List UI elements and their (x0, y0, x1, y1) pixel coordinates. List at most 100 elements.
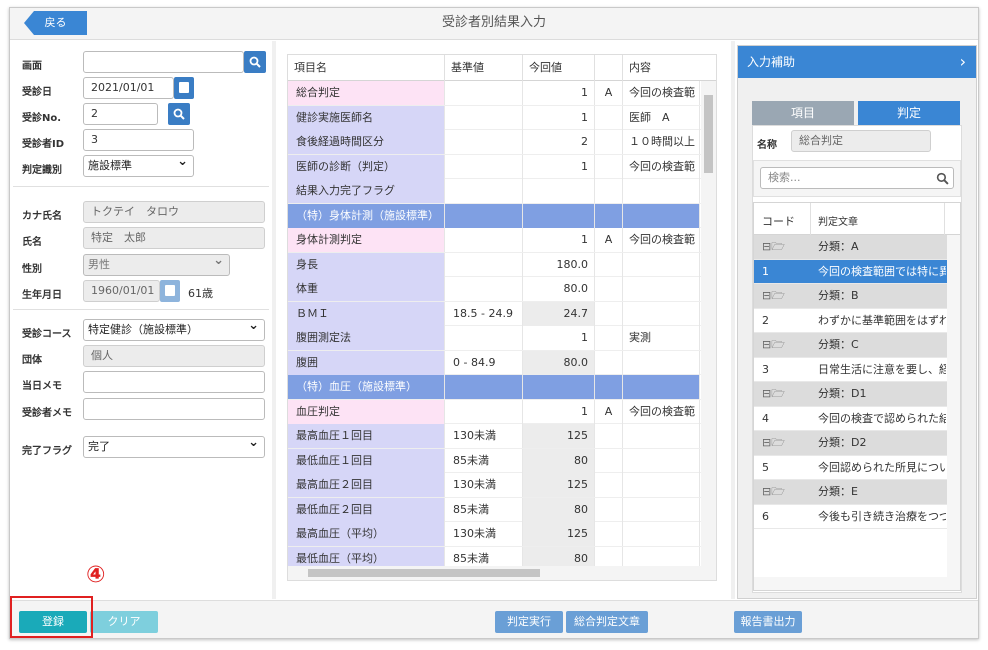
table-cell (595, 473, 623, 497)
assist-header[interactable]: 入力補助 › (738, 46, 976, 78)
list-item[interactable]: 6 今後も引き続き治療をつづ (754, 505, 949, 529)
list-vertical-scrollbar[interactable] (947, 235, 960, 578)
list-item[interactable]: 5 今回認められた所見につい (754, 456, 949, 480)
table-cell: 今回の検査範 (623, 399, 700, 424)
annotation-box (10, 596, 93, 638)
table-cell: （特）血圧（施設標準） (288, 375, 445, 399)
clear-button[interactable]: クリア (90, 611, 158, 633)
scroll-thumb[interactable] (704, 95, 713, 173)
exam-no-search-button[interactable] (168, 103, 190, 125)
run-judgement-button[interactable]: 判定実行 (495, 611, 563, 633)
table-cell: 最高血圧２回目 (288, 473, 445, 497)
table-row[interactable]: 最高血圧２回目 130未満 125 (288, 473, 703, 498)
grid-horizontal-scrollbar[interactable] (288, 566, 716, 580)
table-row[interactable]: 最高血圧１回目 130未満 125 (288, 424, 703, 449)
table-cell (445, 228, 523, 252)
table-cell: A (595, 81, 623, 105)
list-item[interactable]: ⊟🗁 分類：D2 (754, 431, 949, 456)
col-current[interactable]: 今回値 (523, 55, 595, 81)
table-row[interactable]: 体重 80.0 (288, 277, 703, 302)
table-cell (445, 203, 523, 228)
exam-no-input[interactable]: 2 (83, 103, 158, 125)
table-row[interactable]: 結果入力完了フラグ (288, 179, 703, 204)
list-horizontal-scrollbar[interactable] (754, 577, 960, 590)
list-item[interactable]: 4 今回の検査で認められた結 (754, 407, 949, 431)
list-item[interactable]: ⊟🗁 分類：B (754, 284, 949, 309)
table-cell (595, 350, 623, 375)
scroll-thumb[interactable] (308, 569, 540, 577)
table-row[interactable]: 最低血圧１回目 85未満 80 (288, 448, 703, 473)
folder-icon: ⊟🗁 (762, 338, 785, 351)
table-row[interactable]: 医師の診断（判定） 1 今回の検査範 (288, 154, 703, 179)
table-row[interactable]: 身長 180.0 (288, 252, 703, 277)
list-item[interactable]: ⊟🗁 分類：A (754, 235, 949, 260)
grid-vertical-scrollbar[interactable] (701, 81, 716, 567)
exam-date-input[interactable]: 2021/01/01 (83, 77, 174, 99)
table-row[interactable]: 腹囲測定法 1 実測 (288, 326, 703, 351)
folder-icon: ⊟🗁 (762, 289, 785, 302)
folder-icon: ⊟🗁 (762, 436, 785, 449)
list-item[interactable]: 2 わずかに基準範囲をはずれ (754, 309, 949, 333)
table-cell (623, 179, 700, 203)
table-cell (595, 497, 623, 522)
right-splitter[interactable] (731, 41, 735, 599)
assist-search-input[interactable]: 検索... (760, 167, 954, 189)
text-cell: 今回認められた所見につい (818, 460, 946, 474)
list-item[interactable]: 3 日常生活に注意を要し、経 (754, 358, 949, 382)
table-cell: 実測 (623, 326, 700, 350)
table-row[interactable]: 最高血圧（平均） 130未満 125 (288, 522, 703, 547)
list-item[interactable]: ⊟🗁 分類：C (754, 333, 949, 358)
col-text[interactable]: 判定文章 (818, 213, 858, 228)
table-row[interactable]: 腹囲 0 - 84.9 80.0 (288, 350, 703, 375)
table-row[interactable]: ＢＭＩ 18.5 - 24.9 24.7 (288, 301, 703, 326)
table-row[interactable]: 総合判定 1 A 今回の検査範 (288, 81, 703, 106)
table-row[interactable]: 健診実施医師名 1 医師 A (288, 105, 703, 130)
report-output-button[interactable]: 報告書出力 (734, 611, 802, 633)
left-splitter[interactable] (272, 41, 276, 599)
col-code[interactable]: コード (762, 213, 795, 229)
date-picker-button[interactable] (174, 77, 194, 99)
table-cell (445, 130, 523, 154)
day-memo-input[interactable] (83, 371, 265, 393)
summary-text-button[interactable]: 総合判定文章 (566, 611, 648, 633)
search-icon[interactable] (936, 172, 949, 185)
list-item[interactable]: 1 今回の検査範囲では特に異 (754, 259, 949, 284)
table-row[interactable]: （特）身体計測（施設標準） (288, 203, 703, 228)
chevron-right-icon[interactable]: › (960, 46, 966, 78)
table-cell: 80 (523, 448, 595, 473)
table-cell (623, 301, 700, 326)
examinee-id-input[interactable]: 3 (83, 129, 194, 151)
col-item-name[interactable]: 項目名 (288, 55, 445, 81)
judge-type-select[interactable]: 施設標準 (83, 152, 194, 177)
table-cell (445, 154, 523, 179)
screen-search-button[interactable] (244, 51, 266, 73)
tab-judgement[interactable]: 判定 (858, 101, 960, 125)
day-memo-label: 当日メモ (22, 381, 62, 392)
search-placeholder: 検索... (768, 171, 801, 184)
page-title: 受診者別結果入力 (441, 15, 546, 30)
list-item[interactable]: ⊟🗁 分類：D1 (754, 382, 949, 407)
course-select[interactable]: 特定健診（施設標準） (83, 316, 265, 341)
table-row[interactable]: 食後経過時間区分 2 １０時間以上 (288, 130, 703, 155)
examinee-memo-input[interactable] (83, 398, 265, 420)
table-cell: 最低血圧２回目 (288, 497, 445, 522)
back-button[interactable]: 戻る (24, 11, 87, 35)
col-reference[interactable]: 基準値 (445, 55, 523, 81)
table-cell (523, 375, 595, 399)
table-cell: 今回の検査範 (623, 228, 700, 252)
table-cell (595, 130, 623, 154)
done-flag-select[interactable]: 完了 (83, 433, 265, 458)
text-cell: 分類：A (818, 240, 859, 253)
tab-items[interactable]: 項目 (752, 101, 854, 125)
table-cell (623, 497, 700, 522)
table-row[interactable]: 最低血圧２回目 85未満 80 (288, 497, 703, 522)
table-row[interactable]: 身体計測判定 1 A 今回の検査範 (288, 228, 703, 253)
table-row[interactable]: 血圧判定 1 A 今回の検査範 (288, 399, 703, 424)
table-row[interactable]: （特）血圧（施設標準） (288, 375, 703, 400)
col-content[interactable]: 内容 (623, 55, 716, 81)
table-cell (623, 350, 700, 375)
list-item[interactable]: ⊟🗁 分類：E (754, 480, 949, 505)
text-cell: 今回の検査範囲では特に異 (818, 264, 946, 278)
col-flag[interactable] (595, 55, 623, 81)
screen-input[interactable] (83, 51, 244, 73)
